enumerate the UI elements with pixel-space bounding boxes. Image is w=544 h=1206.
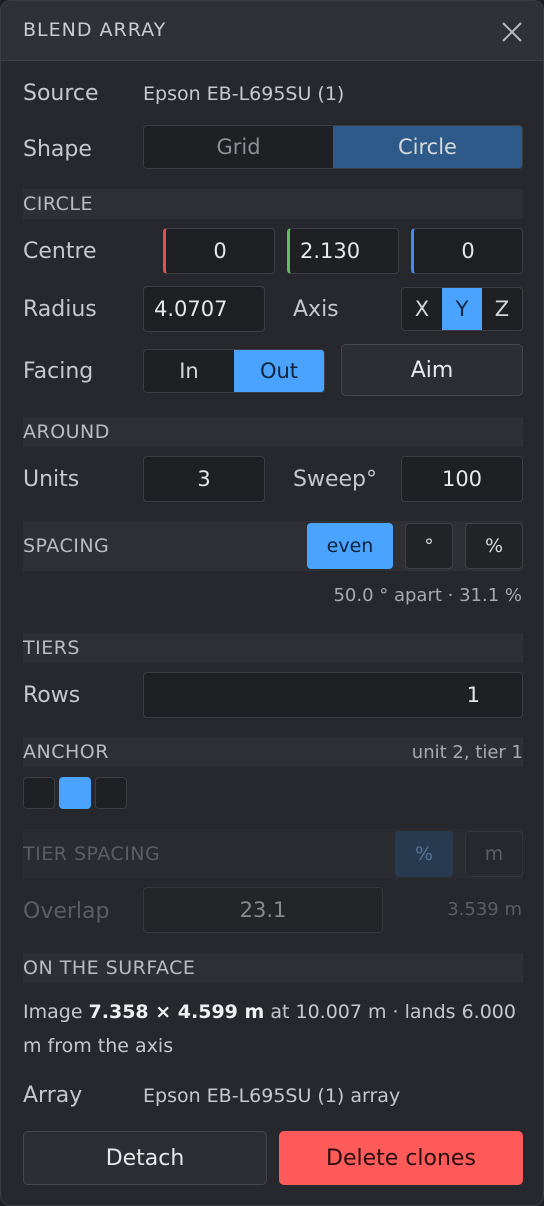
tier-spacing-m-button[interactable]: m (465, 831, 523, 877)
tiers-section-header: TIERS (23, 633, 523, 663)
blend-array-panel: BLEND ARRAY Source Epson EB-L695SU (1) S… (0, 0, 544, 1206)
facing-selector: In Out (143, 349, 325, 393)
spacing-percent-button[interactable]: % (465, 523, 523, 569)
panel-title: BLEND ARRAY (23, 19, 167, 41)
centre-x-input[interactable] (163, 228, 275, 274)
overlap-label: Overlap (23, 899, 110, 924)
shape-selector: Grid Circle (143, 125, 523, 169)
close-button[interactable] (499, 19, 525, 45)
surface-section-header: ON THE SURFACE (23, 953, 523, 983)
anchor-section-title: ANCHOR (23, 741, 109, 763)
axis-label: Axis (293, 297, 339, 322)
sweep-input[interactable] (401, 456, 523, 502)
source-value: Epson EB-L695SU (1) (143, 83, 345, 105)
radius-input[interactable] (143, 286, 265, 332)
source-label: Source (23, 81, 99, 106)
shape-label: Shape (23, 137, 92, 162)
array-value: Epson EB-L695SU (1) array (143, 1085, 401, 1107)
anchor-section-header: ANCHOR unit 2, tier 1 (23, 737, 523, 767)
centre-z-input[interactable] (411, 228, 523, 274)
spacing-section-title: SPACING (23, 535, 110, 557)
tier-spacing-percent-button[interactable]: % (395, 831, 453, 877)
tiers-section-title: TIERS (23, 637, 80, 659)
surface-rest-1: at 10.007 m · lands 6.000 (264, 1001, 516, 1023)
facing-option-in[interactable]: In (144, 350, 234, 392)
delete-clones-button[interactable]: Delete clones (279, 1131, 523, 1185)
facing-label: Facing (23, 359, 94, 384)
tier-spacing-section-title: TIER SPACING (23, 843, 161, 865)
centre-y-input[interactable] (287, 228, 399, 274)
axis-option-y[interactable]: Y (442, 288, 482, 330)
axis-option-x[interactable]: X (402, 288, 442, 330)
axis-selector: X Y Z (401, 287, 523, 331)
shape-option-grid[interactable]: Grid (144, 126, 333, 168)
surface-dimensions: 7.358 × 4.599 m (88, 1001, 265, 1023)
overlap-readout: 3.539 m (447, 899, 522, 920)
surface-section-title: ON THE SURFACE (23, 957, 196, 979)
units-label: Units (23, 467, 80, 492)
shape-option-circle[interactable]: Circle (333, 126, 522, 168)
facing-option-out[interactable]: Out (234, 350, 324, 392)
rows-input[interactable] (143, 672, 523, 718)
surface-rest-2: m from the axis (23, 1035, 174, 1057)
detach-button[interactable]: Detach (23, 1131, 267, 1185)
spacing-degree-button[interactable]: ° (405, 523, 453, 569)
anchor-status: unit 2, tier 1 (411, 742, 523, 763)
overlap-input[interactable] (143, 887, 383, 933)
surface-prefix: Image (23, 1001, 89, 1023)
around-section-header: AROUND (23, 417, 523, 447)
spacing-summary: 50.0 ° apart · 31.1 % (333, 585, 522, 606)
sweep-label: Sweep° (293, 467, 377, 492)
anchor-cell-3[interactable] (95, 777, 127, 809)
anchor-cell-2[interactable] (59, 777, 91, 809)
circle-section-header: CIRCLE (23, 189, 523, 219)
anchor-cell-1[interactable] (23, 777, 55, 809)
rows-label: Rows (23, 683, 81, 708)
axis-option-z[interactable]: Z (482, 288, 522, 330)
close-icon (502, 22, 522, 42)
spacing-even-button[interactable]: even (307, 523, 393, 569)
radius-label: Radius (23, 297, 97, 322)
aim-button[interactable]: Aim (341, 344, 523, 396)
circle-section-title: CIRCLE (23, 193, 93, 215)
around-section-title: AROUND (23, 421, 110, 443)
surface-description: Image 7.358 × 4.599 m at 10.007 m · land… (23, 995, 523, 1063)
title-bar: BLEND ARRAY (1, 1, 543, 61)
units-input[interactable] (143, 456, 265, 502)
centre-label: Centre (23, 239, 97, 264)
array-label: Array (23, 1083, 83, 1108)
